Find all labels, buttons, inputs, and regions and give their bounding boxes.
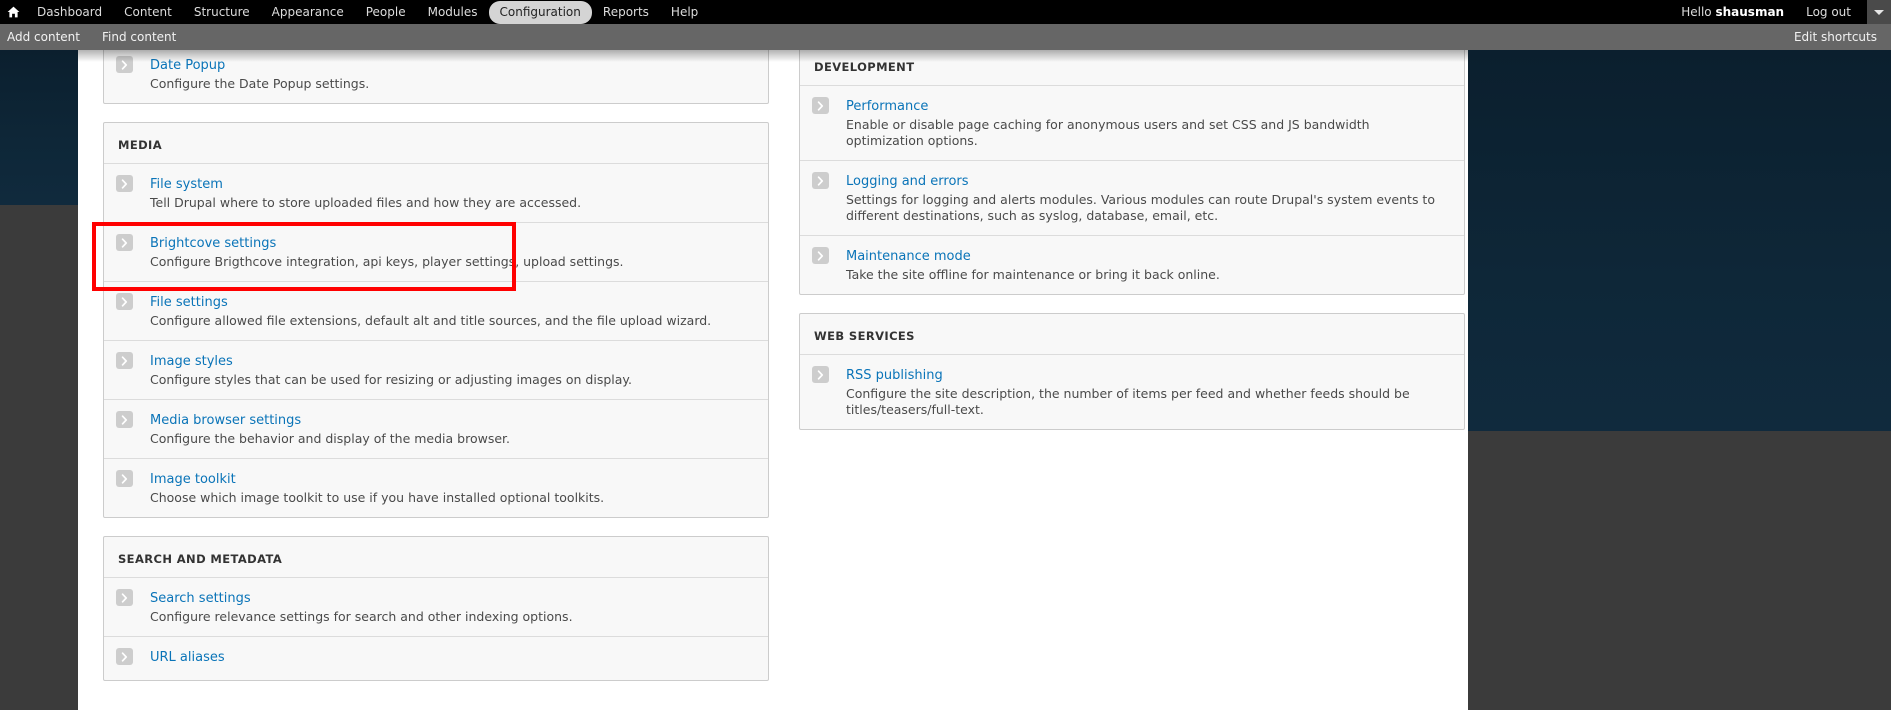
config-item-description: Configure styles that can be used for re… bbox=[150, 372, 633, 387]
toolbar-item-dashboard[interactable]: Dashboard bbox=[26, 1, 113, 24]
config-item-description: Configure the Date Popup settings. bbox=[150, 76, 370, 91]
shortcut-bar: Add content Find content Edit shortcuts bbox=[0, 24, 1891, 50]
toolbar-item-people[interactable]: People bbox=[355, 1, 417, 24]
toolbar-item-help[interactable]: Help bbox=[660, 1, 709, 24]
chevron-right-icon[interactable] bbox=[116, 589, 133, 606]
home-icon[interactable] bbox=[0, 0, 26, 24]
config-item-description: Enable or disable page caching for anony… bbox=[846, 117, 1370, 148]
config-item-description: Settings for logging and alerts modules.… bbox=[846, 192, 1435, 223]
toolbar-item-structure[interactable]: Structure bbox=[183, 1, 261, 24]
config-item-link[interactable]: File system bbox=[150, 176, 223, 193]
config-item-description: Configure the site description, the numb… bbox=[846, 386, 1410, 417]
toolbar-item-content[interactable]: Content bbox=[113, 1, 183, 24]
config-item-row[interactable]: RSS publishing Configure the site descrip… bbox=[800, 354, 1464, 429]
config-item-link[interactable]: Brightcove settings bbox=[150, 235, 276, 252]
greeting-prefix: Hello bbox=[1681, 5, 1712, 19]
config-panel-web-services: WEB SERVICES RSS publishing Configure the … bbox=[799, 313, 1465, 430]
config-item-link[interactable]: Performance bbox=[846, 98, 928, 115]
chevron-right-icon[interactable] bbox=[116, 648, 133, 665]
config-item-description: Tell Drupal where to store uploaded file… bbox=[150, 195, 582, 210]
panel-title-media: MEDIA bbox=[118, 138, 163, 152]
config-item-row[interactable]: Search settings Configure relevance setti… bbox=[104, 577, 768, 636]
toolbar-item-appearance[interactable]: Appearance bbox=[261, 1, 355, 24]
config-item-description: Configure allowed file extensions, defau… bbox=[150, 313, 712, 328]
shortcut-find-content[interactable]: Find content bbox=[91, 30, 187, 44]
chevron-right-icon[interactable] bbox=[812, 172, 829, 189]
config-item-description: Configure relevance settings for search … bbox=[150, 609, 573, 624]
chevron-right-icon[interactable] bbox=[116, 175, 133, 192]
chevron-right-icon[interactable] bbox=[116, 56, 133, 73]
user-greeting: Hello shausman bbox=[1671, 5, 1794, 19]
toolbar-item-configuration[interactable]: Configuration bbox=[488, 0, 592, 24]
config-item-link[interactable]: Logging and errors bbox=[846, 173, 969, 190]
config-item-row[interactable]: Image toolkit Choose which image toolkit … bbox=[104, 458, 768, 517]
logout-link[interactable]: Log out bbox=[1794, 5, 1863, 19]
config-item-row[interactable]: Media browser settings Configure the beha… bbox=[104, 399, 768, 458]
config-item-link[interactable]: Date Popup bbox=[150, 57, 225, 74]
caret-down-icon bbox=[1874, 9, 1884, 15]
config-item-description: Choose which image toolkit to use if you… bbox=[150, 490, 605, 505]
page-gutter-left bbox=[0, 50, 78, 205]
config-item-row[interactable]: Maintenance mode Take the site offline fo… bbox=[800, 235, 1464, 294]
config-item-link[interactable]: Media browser settings bbox=[150, 412, 301, 429]
toolbar-item-modules[interactable]: Modules bbox=[417, 1, 489, 24]
chevron-right-icon[interactable] bbox=[812, 97, 829, 114]
chevron-right-icon[interactable] bbox=[116, 234, 133, 251]
admin-toolbar: Dashboard Content Structure Appearance Peopl… bbox=[0, 0, 1891, 24]
config-panel-date-time-partial: Date Popup Configure the Date Popup setti… bbox=[103, 50, 769, 104]
config-item-row[interactable]: URL aliases bbox=[104, 636, 768, 680]
toolbar-nav: Dashboard Content Structure Appearance Peopl… bbox=[0, 0, 709, 24]
config-item-link[interactable]: URL aliases bbox=[150, 649, 225, 666]
config-item-link[interactable]: File settings bbox=[150, 294, 228, 311]
edit-shortcuts-link[interactable]: Edit shortcuts bbox=[1783, 30, 1891, 44]
toolbar-user-area: Hello shausman Log out bbox=[1671, 0, 1891, 24]
panel-title-web-services: WEB SERVICES bbox=[814, 329, 915, 343]
config-item-row[interactable]: Brightcove settings Configure Brigthcove … bbox=[104, 222, 768, 281]
config-item-row[interactable]: File system Tell Drupal where to store up… bbox=[104, 163, 768, 222]
config-item-link[interactable]: Maintenance mode bbox=[846, 248, 971, 265]
content-canvas: Date Popup Configure the Date Popup setti… bbox=[78, 50, 1468, 710]
chevron-right-icon[interactable] bbox=[116, 352, 133, 369]
config-item-row[interactable]: Performance Enable or disable page cachin… bbox=[800, 85, 1464, 160]
config-column-left: Date Popup Configure the Date Popup setti… bbox=[100, 50, 772, 699]
config-item-description: Configure the behavior and display of th… bbox=[150, 431, 510, 446]
config-panel-search-and-metadata: SEARCH AND METADATA Search settings Config… bbox=[103, 536, 769, 681]
config-item-row[interactable]: Logging and errors Settings for logging a… bbox=[800, 160, 1464, 235]
shortcut-add-content[interactable]: Add content bbox=[0, 30, 91, 44]
config-panel-development: DEVELOPMENT Performance Enable or disable … bbox=[799, 50, 1465, 295]
config-item-row[interactable]: Image styles Configure styles that can be… bbox=[104, 340, 768, 399]
config-item-link[interactable]: RSS publishing bbox=[846, 367, 943, 384]
toolbar-collapse-button[interactable] bbox=[1867, 0, 1891, 24]
toolbar-item-reports[interactable]: Reports bbox=[592, 1, 660, 24]
config-column-right: DEVELOPMENT Performance Enable or disable … bbox=[796, 50, 1468, 699]
username: shausman bbox=[1715, 5, 1785, 19]
panel-title-development: DEVELOPMENT bbox=[814, 60, 915, 74]
config-item-description: Take the site offline for maintenance or… bbox=[846, 267, 1220, 282]
chevron-right-icon[interactable] bbox=[812, 247, 829, 264]
chevron-right-icon[interactable] bbox=[116, 470, 133, 487]
page-root: Dashboard Content Structure Appearance Peopl… bbox=[0, 0, 1891, 710]
toolbar-menu: Dashboard Content Structure Appearance Peopl… bbox=[26, 0, 709, 24]
config-item-link[interactable]: Image toolkit bbox=[150, 471, 236, 488]
config-item-row[interactable]: File settings Configure allowed file exte… bbox=[104, 281, 768, 340]
chevron-right-icon[interactable] bbox=[116, 411, 133, 428]
config-panel-media: MEDIA File system Tell Drupal where to sto… bbox=[103, 122, 769, 518]
config-item-link[interactable]: Search settings bbox=[150, 590, 251, 607]
shortcut-list: Add content Find content bbox=[0, 30, 187, 44]
chevron-right-icon[interactable] bbox=[116, 293, 133, 310]
chevron-right-icon[interactable] bbox=[812, 366, 829, 383]
page-gutter-right bbox=[1468, 50, 1891, 431]
config-item-description: Configure Brigthcove integration, api ke… bbox=[150, 254, 624, 269]
panel-title-search-and-metadata: SEARCH AND METADATA bbox=[118, 552, 283, 566]
config-item-link[interactable]: Image styles bbox=[150, 353, 233, 370]
config-item-row[interactable]: Date Popup Configure the Date Popup setti… bbox=[104, 50, 768, 103]
config-columns: Date Popup Configure the Date Popup setti… bbox=[78, 50, 1468, 699]
